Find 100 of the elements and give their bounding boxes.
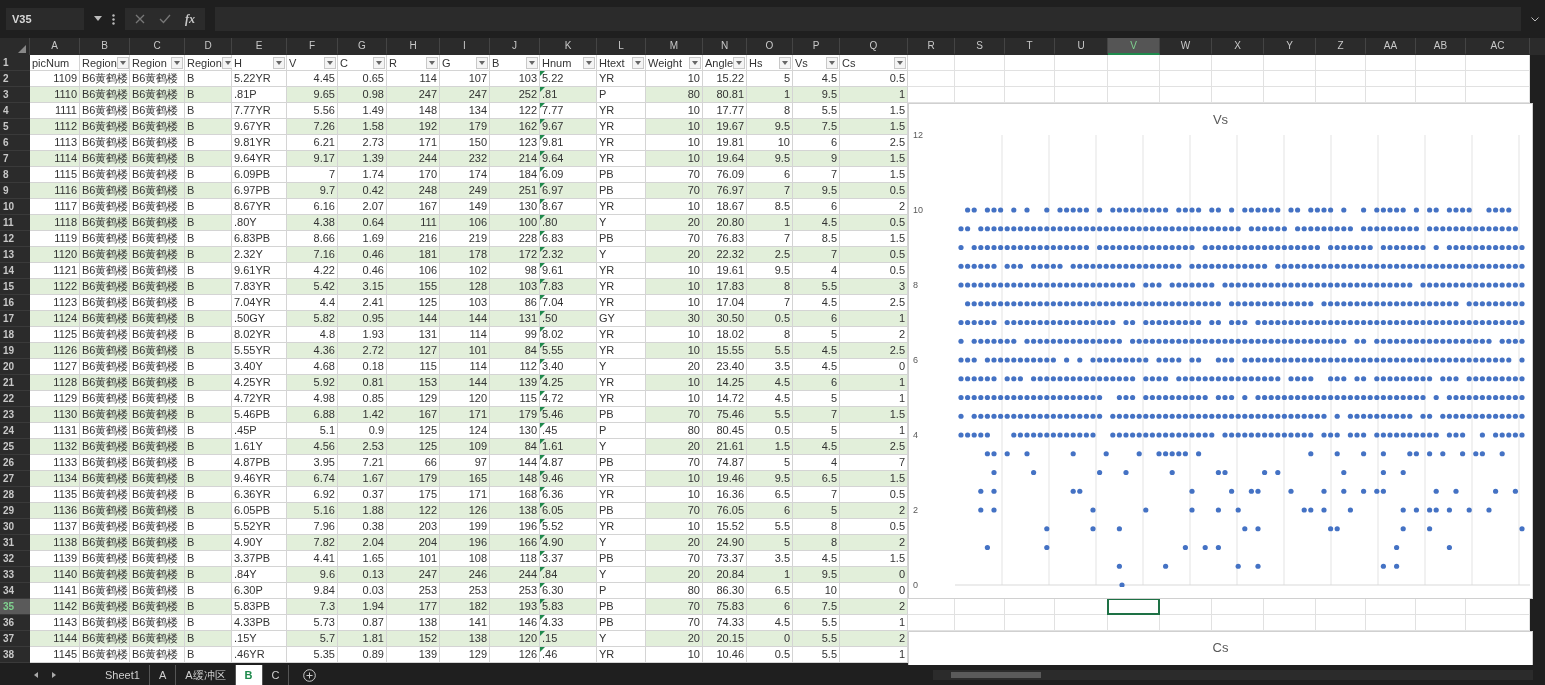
add-sheet-button[interactable] <box>303 668 317 682</box>
row-number[interactable]: 8 <box>0 167 30 183</box>
sheet-tab[interactable]: A缓冲区 <box>176 665 236 685</box>
table-cell: 2.5 <box>840 135 908 151</box>
filter-dropdown-button[interactable] <box>476 56 488 69</box>
row-number[interactable]: 16 <box>0 295 30 311</box>
table-cell: 6.30P <box>232 583 287 599</box>
table-cell: 5 <box>747 71 793 87</box>
row-number[interactable]: 25 <box>0 439 30 455</box>
filter-dropdown-button[interactable] <box>583 56 595 69</box>
filter-dropdown-button[interactable] <box>324 56 336 69</box>
sheet-tab[interactable]: C <box>262 665 290 685</box>
row-number[interactable]: 6 <box>0 135 30 151</box>
filter-dropdown-button[interactable] <box>894 56 906 69</box>
table-cell: 9.46YR <box>232 471 287 487</box>
table-cell: B6黄鹤楼 <box>130 391 185 407</box>
row-number[interactable]: 24 <box>0 423 30 439</box>
filter-dropdown-button[interactable] <box>689 56 701 69</box>
row-number[interactable]: 10 <box>0 199 30 215</box>
table-cell: YR <box>597 263 646 279</box>
row-number[interactable]: 4 <box>0 103 30 119</box>
row-number[interactable]: 37 <box>0 631 30 647</box>
row-number[interactable]: 3 <box>0 87 30 103</box>
row-number[interactable]: 2 <box>0 71 30 87</box>
table-cell: B <box>185 583 232 599</box>
filter-dropdown-button[interactable] <box>116 56 129 69</box>
row-number[interactable]: 20 <box>0 359 30 375</box>
filter-dropdown-button[interactable] <box>526 56 538 69</box>
row-number[interactable]: 13 <box>0 247 30 263</box>
row-number[interactable]: 36 <box>0 615 30 631</box>
table-cell: 177 <box>387 599 440 615</box>
row-number[interactable]: 14 <box>0 263 30 279</box>
row-number[interactable]: 34 <box>0 583 30 599</box>
row-number[interactable]: 33 <box>0 567 30 583</box>
table-cell: 1 <box>747 215 793 231</box>
column-letter[interactable]: V <box>1108 38 1160 55</box>
caret-down-icon <box>736 60 743 65</box>
row-number[interactable]: 15 <box>0 279 30 295</box>
table-cell: 247 <box>387 87 440 103</box>
table-cell: 129 <box>440 647 490 663</box>
table-cell: 4.5 <box>747 615 793 631</box>
sheet-tab[interactable]: A <box>149 665 177 685</box>
row-number[interactable]: 32 <box>0 551 30 567</box>
row-number[interactable]: 23 <box>0 407 30 423</box>
row-number[interactable]: 29 <box>0 503 30 519</box>
row-number[interactable]: 35 <box>0 599 30 615</box>
row-number[interactable]: 19 <box>0 343 30 359</box>
filter-dropdown-button[interactable] <box>273 56 285 69</box>
row-number[interactable]: 31 <box>0 535 30 551</box>
insert-function-button[interactable]: fx <box>185 11 195 27</box>
table-cell: 1.58 <box>338 119 387 135</box>
table-cell: 2.5 <box>840 295 908 311</box>
table-cell: 3.40 <box>540 359 597 375</box>
row-number[interactable]: 38 <box>0 647 30 663</box>
filter-dropdown-button[interactable] <box>826 56 838 69</box>
table-cell: 2.5 <box>747 247 793 263</box>
filter-dropdown-button[interactable] <box>373 56 385 69</box>
horizontal-scrollbar[interactable] <box>933 670 1533 680</box>
filter-dropdown-button[interactable] <box>426 56 438 69</box>
table-cell: .80 <box>540 215 597 231</box>
row-number[interactable]: 21 <box>0 375 30 391</box>
filter-dropdown-button[interactable] <box>221 56 234 69</box>
table-cell: 1143 <box>30 615 80 631</box>
table-cell: B <box>185 71 232 87</box>
table-cell: 1.5 <box>840 551 908 567</box>
row-number[interactable]: 5 <box>0 119 30 135</box>
table-cell: 70 <box>646 599 703 615</box>
row-number[interactable]: 11 <box>0 215 30 231</box>
table-cell: 10 <box>646 343 703 359</box>
table-cell: B6黄鹤楼 <box>130 599 185 615</box>
filter-dropdown-button[interactable] <box>632 56 644 69</box>
row-number[interactable]: 28 <box>0 487 30 503</box>
row-number[interactable]: 30 <box>0 519 30 535</box>
row-number[interactable]: 27 <box>0 471 30 487</box>
chart-card[interactable]: Vs 12 10 8 6 4 2 0 <box>908 103 1533 599</box>
table-cell: 6.97PB <box>232 183 287 199</box>
table-cell: 4.33PB <box>232 615 287 631</box>
filter-dropdown-button[interactable] <box>733 56 746 69</box>
row-number[interactable]: 7 <box>0 151 30 167</box>
table-cell: 5.42 <box>287 279 338 295</box>
chart-card[interactable]: Cs <box>908 631 1533 665</box>
row-number[interactable]: 17 <box>0 311 30 327</box>
row-number[interactable]: 26 <box>0 455 30 471</box>
filter-dropdown-button[interactable] <box>171 56 183 69</box>
table-cell: B <box>185 359 232 375</box>
row-number[interactable]: 12 <box>0 231 30 247</box>
row-number[interactable]: 18 <box>0 327 30 343</box>
row-number[interactable]: 9 <box>0 183 30 199</box>
table-cell: B6黄鹤楼 <box>130 311 185 327</box>
table-cell: 5 <box>793 391 840 407</box>
table-cell: YR <box>597 199 646 215</box>
sheet-tab[interactable]: B <box>235 665 263 685</box>
table-cell: 131 <box>387 327 440 343</box>
name-box[interactable]: V35 <box>6 8 84 30</box>
row-number[interactable]: 1 <box>0 55 30 71</box>
row-number[interactable]: 22 <box>0 391 30 407</box>
sheet-tab[interactable]: Sheet1 <box>96 665 150 685</box>
select-all-icon[interactable] <box>18 45 26 53</box>
filter-dropdown-button[interactable] <box>779 56 791 69</box>
table-cell: B <box>185 407 232 423</box>
